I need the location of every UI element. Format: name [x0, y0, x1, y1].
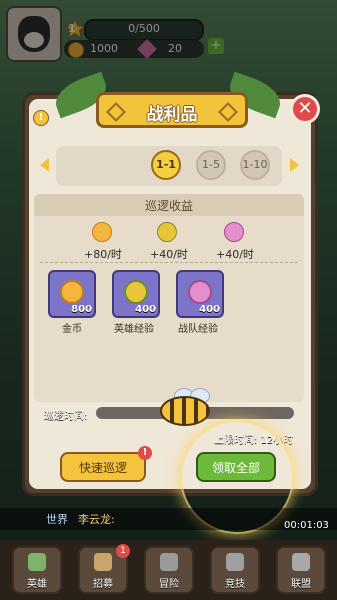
dialog-title-banner: 战利品: [96, 92, 248, 128]
chat-channel: 世界: [46, 513, 68, 526]
reward-item-hero-xp[interactable]: 400: [112, 270, 160, 318]
collect-all-button[interactable]: 领取全部: [196, 452, 276, 482]
potion-icon: [124, 280, 148, 304]
patrol-time-label: 巡逻时间:: [44, 411, 88, 422]
item-name-hero-xp: 英雄经验: [114, 324, 154, 335]
hero-icon: [28, 553, 46, 571]
notification-badge: 1: [116, 544, 130, 558]
bee-mascot: [160, 388, 216, 430]
item-count: 400: [199, 304, 220, 315]
reward-item-gold[interactable]: 800: [48, 270, 96, 318]
crown-coin-icon: [60, 280, 84, 304]
arena-icon: [226, 553, 244, 571]
candy-icon: [188, 280, 212, 304]
help-icon[interactable]: !: [33, 110, 49, 126]
quick-patrol-button[interactable]: 快速巡逻: [60, 452, 146, 482]
bottom-nav: 英雄 招募 1 冒险 竞技 联盟: [0, 540, 337, 600]
reward-item-team-xp[interactable]: 400: [176, 270, 224, 318]
nav-label: 招募: [93, 579, 113, 590]
rate-team-xp: +40/时: [216, 248, 254, 261]
candy-icon: [224, 222, 244, 242]
tab-1-1[interactable]: 1-1: [151, 150, 181, 180]
close-button[interactable]: ✕: [290, 94, 320, 124]
arrow-right-icon[interactable]: [290, 158, 299, 172]
potion-icon: [157, 222, 177, 242]
chat-sender: 李云龙:: [78, 513, 115, 526]
section-title: 巡逻收益: [144, 199, 193, 213]
item-count: 400: [135, 304, 156, 315]
notification-badge: !: [138, 446, 152, 460]
nav-adventure[interactable]: 冒险: [144, 546, 194, 594]
nav-recruit[interactable]: 招募 1: [78, 544, 130, 594]
adventure-icon: [160, 553, 178, 571]
shield-icon: [292, 553, 310, 571]
item-count: 800: [71, 304, 92, 315]
nav-arena[interactable]: 竞技: [210, 546, 260, 594]
crown-coin-icon: [92, 222, 112, 242]
item-name-team-xp: 战队经验: [178, 324, 218, 335]
tab-1-10[interactable]: 1-10: [240, 150, 270, 180]
rate-hero-xp: +40/时: [150, 248, 188, 261]
timer-text: 00:01:03: [284, 520, 329, 531]
rate-gold: +80/时: [84, 248, 122, 261]
arrow-left-icon[interactable]: [40, 158, 49, 172]
nav-label: 冒险: [159, 579, 179, 590]
bee-body: [160, 396, 210, 426]
nav-alliance[interactable]: 联盟: [276, 546, 326, 594]
nav-heroes[interactable]: 英雄: [12, 546, 62, 594]
tab-1-5[interactable]: 1-5: [196, 150, 226, 180]
recruit-icon: [94, 553, 112, 571]
nav-label: 英雄: [27, 579, 47, 590]
item-name-gold: 金币: [62, 324, 82, 335]
divider: [40, 262, 298, 263]
nav-label: 竞技: [225, 579, 245, 590]
section-header: 巡逻收益: [34, 194, 304, 216]
nav-label: 联盟: [291, 579, 311, 590]
